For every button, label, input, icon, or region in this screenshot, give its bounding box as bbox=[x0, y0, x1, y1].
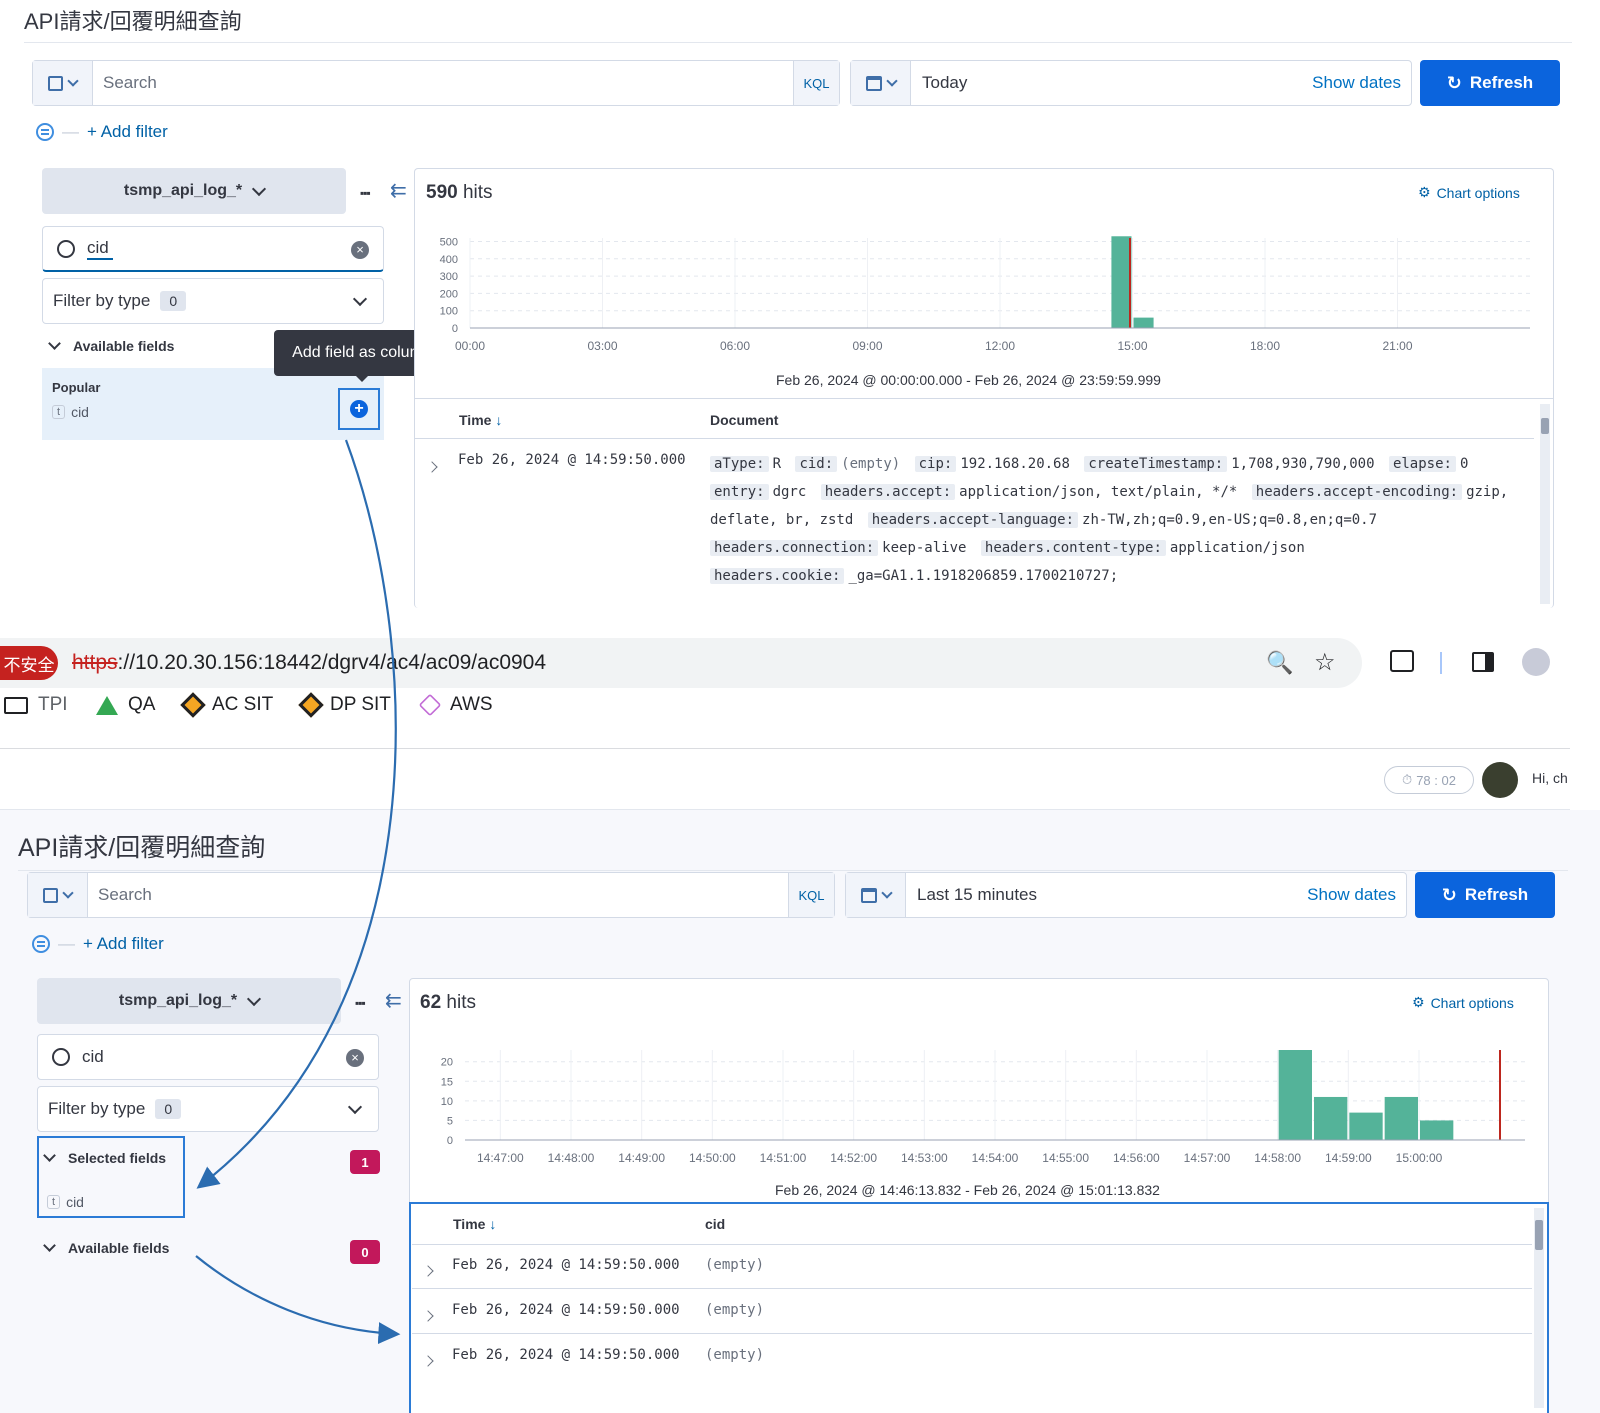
arrow-to-column bbox=[195, 1255, 401, 1345]
arrow-add-to-selected bbox=[196, 439, 397, 1189]
annotation-arrows bbox=[195, 439, 401, 1345]
